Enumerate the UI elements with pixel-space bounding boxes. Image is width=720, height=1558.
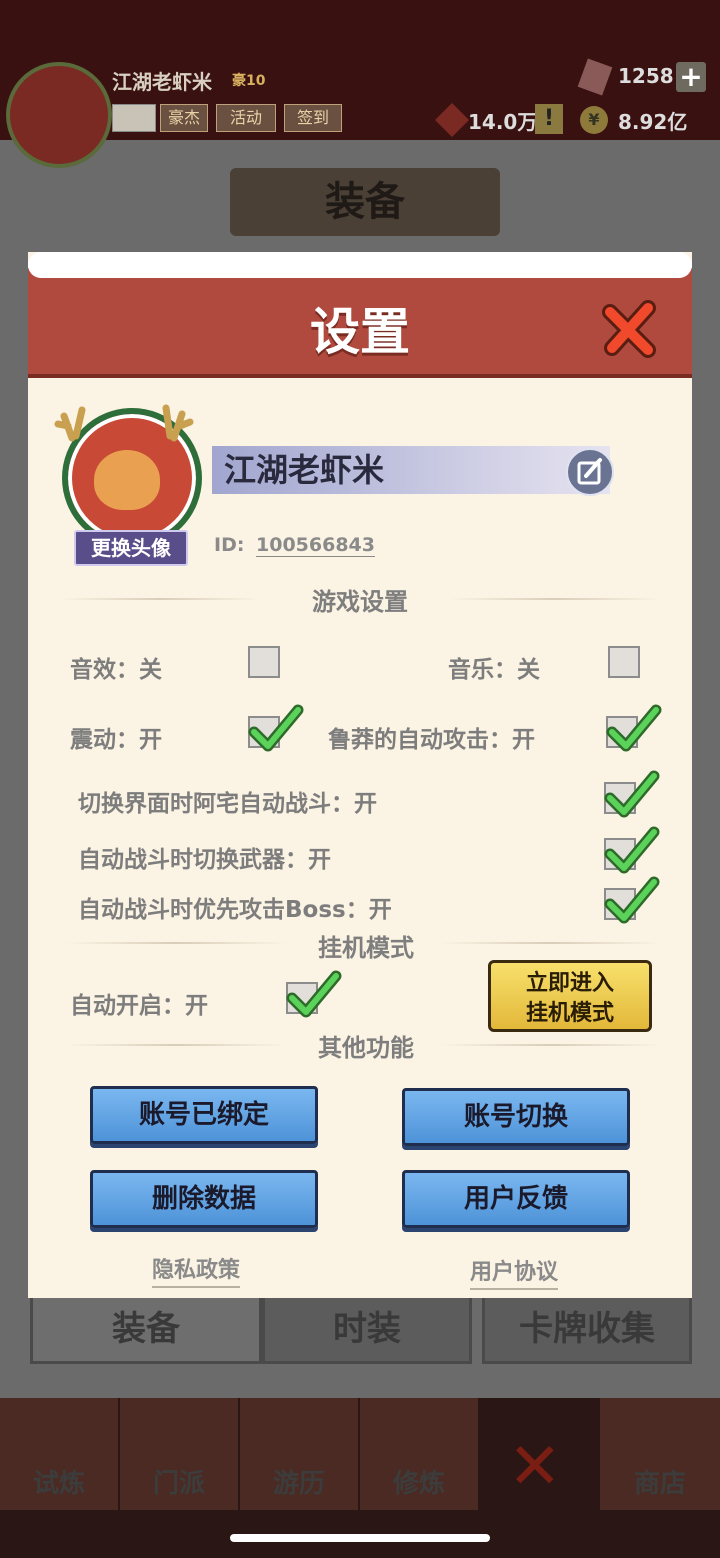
antlers-icon	[54, 404, 194, 442]
player-avatar[interactable]	[6, 62, 112, 168]
tab-equipment[interactable]: 装备	[30, 1294, 262, 1364]
coin-count: 8.92亿	[618, 110, 688, 134]
divider	[440, 1044, 660, 1046]
page-title: 装备	[230, 168, 500, 236]
privacy-policy-link[interactable]: 隐私政策	[152, 1252, 241, 1288]
switch-account-button[interactable]: 账号切换	[402, 1088, 630, 1146]
auto-start-checkbox[interactable]	[286, 970, 342, 1018]
divider	[66, 942, 286, 944]
switch-auto-battle-label: 切换界面时阿宅自动战斗：开	[78, 791, 377, 817]
auto-start-label: 自动开启：开	[70, 993, 208, 1019]
section-game-settings: 游戏设置	[312, 588, 408, 616]
nav-travel-label: 游历	[272, 1469, 325, 1499]
music-checkbox[interactable]	[608, 646, 640, 678]
user-agreement-link[interactable]: 用户协议	[470, 1254, 559, 1290]
rank-badge: 豪10	[232, 73, 266, 89]
mail-icon[interactable]	[112, 104, 156, 132]
add-gems-button[interactable]: +	[676, 62, 706, 92]
boss-priority-label: 自动战斗时优先攻击Boss：开	[78, 897, 392, 923]
switch-auto-battle-checkbox[interactable]	[604, 770, 660, 818]
idle-button-line1: 立即进入	[525, 971, 614, 996]
vibration-label: 震动：开	[70, 727, 162, 753]
tab-fashion[interactable]: 时装	[262, 1294, 472, 1364]
divider	[60, 598, 260, 600]
checkmark-icon	[604, 876, 660, 924]
enter-idle-mode-button[interactable]: 立即进入 挂机模式	[488, 960, 652, 1032]
sound-label: 音效：关	[70, 657, 162, 683]
checkin-button[interactable]: 签到	[284, 104, 342, 132]
id-label: ID:	[214, 534, 245, 556]
divider	[450, 598, 660, 600]
home-indicator[interactable]	[230, 1534, 490, 1542]
auto-attack-label: 鲁莽的自动攻击：开	[328, 727, 535, 753]
auto-switch-weapon-checkbox[interactable]	[604, 826, 660, 874]
snow-decoration	[28, 252, 692, 278]
heroes-button[interactable]: 豪杰	[160, 104, 208, 132]
checkmark-icon	[248, 704, 304, 752]
edit-icon[interactable]	[566, 448, 614, 496]
player-name: 江湖老虾米	[112, 70, 212, 94]
change-avatar-button[interactable]: 更换头像	[74, 530, 188, 566]
nav-sect-label: 门派	[152, 1469, 205, 1499]
feedback-button[interactable]: 用户反馈	[402, 1170, 630, 1228]
nav-cultivate[interactable]: 修炼	[360, 1398, 480, 1510]
idle-button-line2: 挂机模式	[525, 1001, 614, 1026]
auto-switch-weapon-label: 自动战斗时切换武器：开	[78, 847, 331, 873]
gem-count: 1258	[618, 64, 674, 88]
boss-priority-checkbox[interactable]	[604, 876, 660, 924]
nav-trial-label: 试炼	[32, 1469, 85, 1499]
section-other: 其他功能	[318, 1034, 414, 1062]
section-idle-mode: 挂机模式	[318, 934, 414, 962]
nav-travel[interactable]: 游历	[240, 1398, 360, 1510]
close-icon[interactable]	[600, 298, 662, 360]
power-value: 14.0万	[468, 110, 538, 134]
nav-shop[interactable]: 商店	[600, 1398, 720, 1510]
id-value: 100566843	[256, 534, 375, 557]
nav-cultivate-label: 修炼	[392, 1469, 445, 1499]
nav-trial[interactable]: 试炼	[0, 1398, 120, 1510]
alert-icon[interactable]: !	[535, 104, 563, 134]
divider	[440, 942, 660, 944]
events-button[interactable]: 活动	[216, 104, 276, 132]
sound-checkbox[interactable]	[248, 646, 280, 678]
account-bound-button[interactable]: 账号已绑定	[90, 1086, 318, 1144]
checkmark-icon	[604, 770, 660, 818]
music-label: 音乐：关	[448, 657, 540, 683]
vibration-checkbox[interactable]	[248, 704, 304, 752]
nav-shop-label: 商店	[633, 1469, 686, 1499]
username-field[interactable]: 江湖老虾米	[212, 446, 610, 494]
auto-attack-checkbox[interactable]	[606, 704, 662, 752]
avatar-face	[94, 450, 160, 510]
nav-sect[interactable]: 门派	[120, 1398, 240, 1510]
checkmark-icon	[606, 704, 662, 752]
delete-data-button[interactable]: 删除数据	[90, 1170, 318, 1228]
checkmark-icon	[604, 826, 660, 874]
checkmark-icon	[286, 970, 342, 1018]
divider	[66, 1044, 286, 1046]
tab-cards[interactable]: 卡牌收集	[482, 1294, 692, 1364]
close-nav-icon[interactable]: ✕	[508, 1430, 562, 1504]
coin-icon: ¥	[580, 106, 608, 134]
